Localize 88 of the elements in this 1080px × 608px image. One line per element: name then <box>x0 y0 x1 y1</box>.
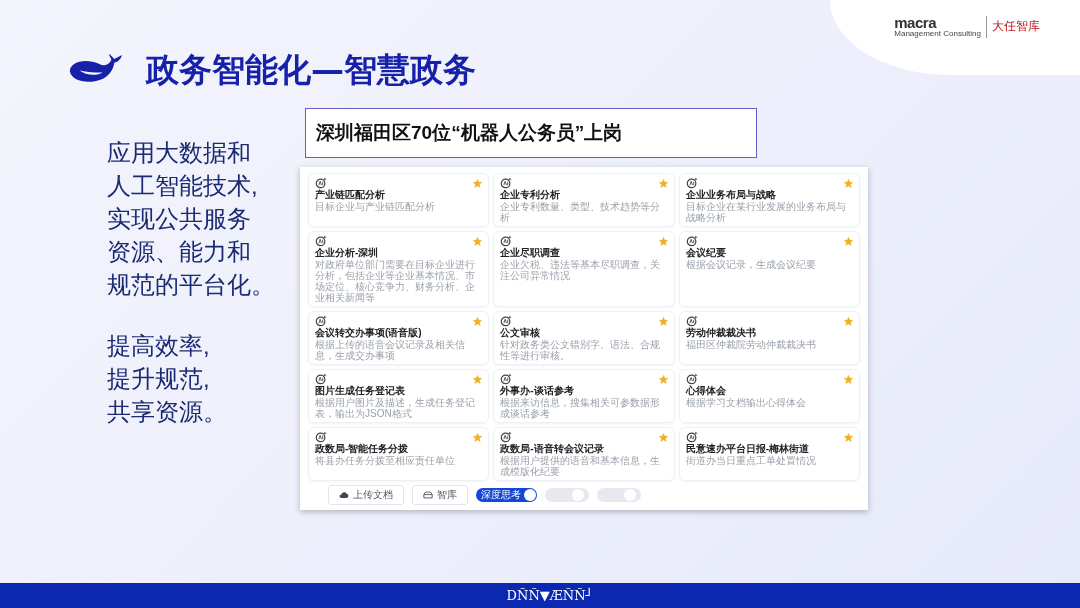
ai-sparkle-icon <box>315 177 327 189</box>
app-card[interactable]: 会议纪要 根据会议记录，生成会议纪要 <box>678 231 860 307</box>
star-icon[interactable] <box>473 236 483 246</box>
app-description: 根据学习文档输出心得体会 <box>685 397 807 408</box>
box-icon <box>423 491 433 499</box>
app-description: 对政府单位部门需要在目标企业进行分析，包括企业等企业基本情况、市场定位、核心竞争力、财务分析、企业相关新闻等 <box>315 259 476 303</box>
cloud-icon <box>339 491 349 499</box>
app-title: 企业业务布局与战略 <box>685 189 777 201</box>
app-description: 目标企业在某行业发展的业务布局与战略分析 <box>685 201 847 223</box>
star-icon[interactable] <box>658 374 668 384</box>
brand-subtitle: Management Consulting <box>894 29 981 38</box>
app-card[interactable]: 企业分析-深圳 对政府单位部门需要在目标企业进行分析，包括企业等企业基本情况、市场定位、核心竞争力、财务分析、企业相关新闻等 <box>308 231 490 307</box>
star-icon[interactable] <box>844 316 853 326</box>
app-title: 外事办-谈话参考 <box>500 385 575 397</box>
app-title: 公文审核 <box>500 327 542 339</box>
app-description: 根据用户提供的语音和基本信息，生成模版化纪要 <box>500 455 662 477</box>
ai-sparkle-icon <box>500 431 513 443</box>
star-icon[interactable] <box>658 316 668 326</box>
ai-sparkle-icon <box>500 315 513 327</box>
app-card[interactable]: 公文审核 针对政务类公文错别字、语法、合规性等进行审核。 <box>493 311 675 365</box>
star-icon[interactable] <box>473 178 483 188</box>
toggle-switch[interactable]: 深度思考 <box>476 488 537 502</box>
app-description: 企业欠税、违法等基本尽职调查，关注公司异常情况 <box>500 259 662 281</box>
ai-sparkle-icon <box>685 431 698 443</box>
app-title: 心得体会 <box>685 385 727 397</box>
footer-logo-text: DÑÑ▼ÆÑÑ┘ <box>506 588 594 603</box>
ai-sparkle-icon <box>685 177 698 189</box>
app-card[interactable]: 企业尽职调查 企业欠税、违法等基本尽职调查，关注公司异常情况 <box>493 231 675 307</box>
app-card[interactable]: 企业专利分析 企业专利数量、类型、技术趋势等分析 <box>493 173 675 227</box>
app-card[interactable]: 企业业务布局与战略 目标企业在某行业发展的业务布局与战略分析 <box>678 173 860 227</box>
app-card[interactable]: 劳动仲裁裁决书 福田区仲裁院劳动仲裁裁决书 <box>678 311 860 365</box>
app-title: 民意速办平台日报-梅林街道 <box>685 443 810 455</box>
star-icon[interactable] <box>658 432 668 442</box>
ai-sparkle-icon <box>315 431 327 443</box>
ai-sparkle-icon <box>685 235 698 247</box>
star-icon[interactable] <box>844 178 853 188</box>
body-paragraph: 应用大数据和 人工智能技术, 实现公共服务 资源、能力和 规范的平台化。 <box>107 138 276 300</box>
app-title: 会议纪要 <box>685 247 727 259</box>
app-title: 政数局-语音转会议记录 <box>500 443 605 455</box>
star-icon[interactable] <box>473 374 483 384</box>
app-description: 福田区仲裁院劳动仲裁裁决书 <box>685 339 817 350</box>
app-card[interactable]: 心得体会 根据学习文档输出心得体会 <box>678 369 860 423</box>
app-card[interactable]: 民意速办平台日报-梅林街道 街道办当日重点工单处置情况 <box>678 427 860 481</box>
app-card[interactable]: 政数局-语音转会议记录 根据用户提供的语音和基本信息，生成模版化纪要 <box>493 427 675 481</box>
app-title: 企业尽职调查 <box>500 247 562 259</box>
app-title: 产业链匹配分析 <box>315 189 386 201</box>
star-icon[interactable] <box>473 432 483 442</box>
app-card[interactable]: 外事办-谈话参考 根据来访信息，搜集相关可参数据形成谈话参考 <box>493 369 675 423</box>
app-description: 企业专利数量、类型、技术趋势等分析 <box>500 201 662 223</box>
app-card[interactable]: 会议转交办事项(语音版) 根据上传的语音会议记录及相关信息，生成交办事项 <box>308 311 490 365</box>
ai-sparkle-icon <box>315 373 327 385</box>
app-card[interactable]: 图片生成任务登记表 根据用户图片及描述，生成任务登记表，输出为JSON格式 <box>308 369 490 423</box>
ai-sparkle-icon <box>500 373 513 385</box>
ai-sparkle-icon <box>500 177 513 189</box>
brand-name: 大任智库 <box>992 18 1040 35</box>
app-description: 目标企业与产业链匹配分析 <box>315 201 436 212</box>
app-title: 图片生成任务登记表 <box>315 385 406 397</box>
app-description: 针对政务类公文错别字、语法、合规性等进行审核。 <box>500 339 662 361</box>
app-card[interactable]: 政数局-智能任务分拨 将县办任务分拨至相应责任单位 <box>308 427 490 481</box>
app-title: 劳动仲裁裁决书 <box>685 327 757 339</box>
app-description: 街道办当日重点工单处置情况 <box>685 455 817 466</box>
star-icon[interactable] <box>473 316 483 326</box>
ai-sparkle-icon <box>315 315 327 327</box>
ai-sparkle-icon <box>685 315 698 327</box>
app-description: 根据会议记录，生成会议纪要 <box>685 259 817 270</box>
app-description: 根据上传的语音会议记录及相关信息，生成交办事项 <box>315 339 466 361</box>
ai-sparkle-icon <box>315 235 327 247</box>
app-description: 根据用户图片及描述，生成任务登记表，输出为JSON格式 <box>315 397 476 419</box>
body-paragraph: 提高效率, 提升规范, 共享资源。 <box>107 331 228 427</box>
app-title: 企业分析-深圳 <box>315 247 380 259</box>
app-card[interactable]: 产业链匹配分析 目标企业与产业链匹配分析 <box>308 173 490 227</box>
star-icon[interactable] <box>844 432 853 442</box>
app-description: 将县办任务分拨至相应责任单位 <box>315 455 456 466</box>
star-icon[interactable] <box>658 236 668 246</box>
star-icon[interactable] <box>844 236 853 246</box>
ai-sparkle-icon <box>685 373 698 385</box>
app-title: 会议转交办事项(语音版) <box>315 327 423 339</box>
toolbar-button[interactable]: 智库 <box>412 485 468 505</box>
caption-box: 深圳福田区70位“机器人公务员”上岗 <box>305 108 757 158</box>
slide-title: 政务智能化—智慧政务 <box>146 48 476 91</box>
app-title: 企业专利分析 <box>500 189 562 201</box>
ai-sparkle-icon <box>500 235 513 247</box>
brand-logo-text: macra <box>894 16 938 29</box>
star-icon[interactable] <box>844 374 853 384</box>
toolbar-button[interactable]: 上传文档 <box>328 485 404 505</box>
star-icon[interactable] <box>658 178 668 188</box>
app-description: 根据来访信息，搜集相关可参数据形成谈话参考 <box>500 397 662 419</box>
app-title: 政数局-智能任务分拨 <box>315 443 410 455</box>
